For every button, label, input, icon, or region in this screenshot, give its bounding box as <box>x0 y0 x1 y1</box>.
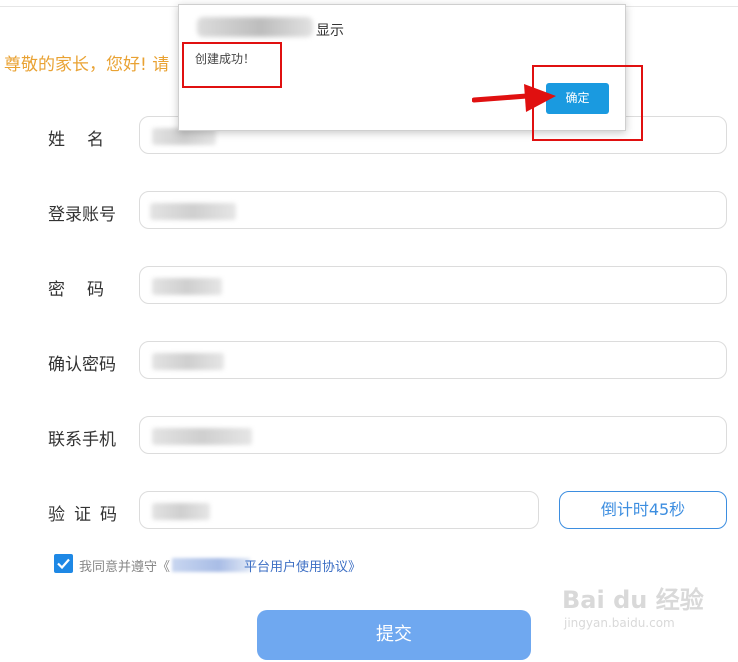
account-label: 登录账号 <box>48 205 116 225</box>
confirm-password-input[interactable] <box>139 341 727 379</box>
name-label: 姓名 <box>48 130 126 150</box>
red-arrow-icon <box>472 84 556 112</box>
agreement-row: 我同意并遵守《 平台用户使用协议》 <box>54 554 554 575</box>
redacted-value <box>152 428 252 445</box>
redacted-platform-name <box>172 558 250 572</box>
agreement-link[interactable]: 平台用户使用协议》 <box>244 556 361 575</box>
phone-row: 联系手机 <box>0 416 738 456</box>
confirm-password-label: 确认密码 <box>48 355 116 375</box>
account-row: 登录账号 <box>0 191 738 231</box>
phone-input[interactable] <box>139 416 727 454</box>
password-label: 密码 <box>48 280 126 300</box>
greeting-text: 尊敬的家长，您好! 请 <box>4 55 170 75</box>
redacted-value <box>150 203 236 220</box>
countdown-button[interactable]: 倒计时45秒 <box>559 491 727 529</box>
password-input[interactable] <box>139 266 727 304</box>
watermark-url: jingyan.baidu.com <box>564 616 675 630</box>
redacted-value <box>152 353 224 370</box>
watermark-main: Bai du 经验 <box>562 586 704 614</box>
check-icon <box>57 558 70 570</box>
code-row: 验证码 倒计时45秒 <box>0 491 738 531</box>
agreement-prefix: 我同意并遵守《 <box>79 560 171 575</box>
redacted-site-name <box>197 17 313 37</box>
redacted-value <box>152 278 222 295</box>
code-label: 验证码 <box>48 505 126 525</box>
registration-page: 尊敬的家长，您好! 请 姓名 登录账号 密码 确认密码 联系手机 验证码 倒计时… <box>0 0 738 662</box>
submit-button[interactable]: 提交 <box>257 610 531 660</box>
agree-checkbox[interactable] <box>54 554 73 573</box>
confirm-password-row: 确认密码 <box>0 341 738 381</box>
message-highlight-box <box>182 42 282 88</box>
redacted-value <box>152 503 210 520</box>
code-input[interactable] <box>139 491 539 529</box>
account-input[interactable] <box>139 191 727 229</box>
dialog-title: 显示 <box>316 23 344 39</box>
password-row: 密码 <box>0 266 738 306</box>
phone-label: 联系手机 <box>48 430 116 450</box>
